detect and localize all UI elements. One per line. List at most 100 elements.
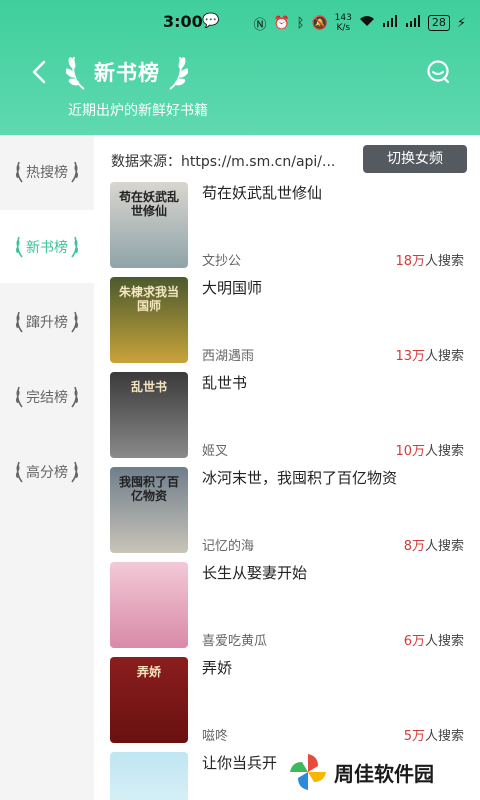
book-list-item[interactable]: 乱世书 乱世书姬叉 10万人搜索 xyxy=(110,372,472,460)
book-list-item[interactable]: 弄娇 弄娇嗞咚 5万人搜索 xyxy=(110,657,472,745)
book-cover[interactable]: 朱棣求我当国师 xyxy=(110,277,188,363)
search-count-number: 10万 xyxy=(395,444,425,459)
status-bar: 3:00 💬 Ⓝ ⏰ ᛒ 🔕 143 K/s 28 ⚡ xyxy=(0,10,480,36)
search-icon xyxy=(427,60,450,84)
signal-icon-2 xyxy=(405,15,421,31)
status-time: 3:00 xyxy=(163,12,203,31)
laurel-left-icon xyxy=(16,386,23,407)
book-list-item[interactable]: 朱棣求我当国师 大明国师西湖遇雨 13万人搜索 xyxy=(110,277,472,365)
sidebar-item-hot[interactable]: 热搜榜 xyxy=(0,135,94,208)
search-count-number: 13万 xyxy=(395,349,425,364)
book-author: 嗞咚 xyxy=(202,729,229,744)
search-count-number: 8万 xyxy=(403,539,425,554)
laurel-right-icon xyxy=(169,56,188,90)
search-count-number: 5万 xyxy=(403,729,425,744)
search-count: 18万人搜索 xyxy=(395,250,464,269)
sidebar-item-label: 热搜榜 xyxy=(26,164,68,181)
watermark-text: 周佳软件园 xyxy=(334,761,434,786)
search-count-number: 18万 xyxy=(395,254,425,269)
search-count-number: 6万 xyxy=(403,634,425,649)
book-list-item[interactable]: 我囤积了百亿物资 冰河末世，我囤积了百亿物资记忆的海 8万人搜索 xyxy=(110,467,472,555)
wifi-icon xyxy=(359,15,375,31)
mute-icon: 🔕 xyxy=(311,15,328,31)
book-cover-text: 弄娇 xyxy=(136,665,161,679)
book-title[interactable]: 长生从娶妻开始 xyxy=(202,562,307,583)
pinwheel-logo-icon xyxy=(290,754,326,790)
nfc-icon: Ⓝ xyxy=(253,17,267,33)
book-cover-text: 朱棣求我当国师 xyxy=(118,285,179,313)
search-count: 6万人搜索 xyxy=(404,630,464,649)
book-author: 记忆的海 xyxy=(202,539,255,554)
book-title[interactable]: 大明国师 xyxy=(202,277,262,298)
sidebar-item-rising[interactable]: 蹿升榜 xyxy=(0,285,94,358)
book-cover-text: 乱世书 xyxy=(130,380,167,394)
book-cover-text: 苟在妖武乱世修仙 xyxy=(118,190,179,218)
page-subtitle: 近期出炉的新鲜好书籍 xyxy=(68,103,208,119)
laurel-left-icon xyxy=(16,461,23,482)
book-title[interactable]: 乱世书 xyxy=(202,372,247,393)
app-header: 3:00 💬 Ⓝ ⏰ ᛒ 🔕 143 K/s 28 ⚡ 新书榜 近期出炉的新鲜好… xyxy=(0,0,480,135)
laurel-right-icon xyxy=(71,311,78,332)
search-count-suffix: 人搜索 xyxy=(424,539,464,554)
book-cover[interactable] xyxy=(110,562,188,648)
sidebar-item-completed[interactable]: 完结榜 xyxy=(0,360,94,433)
book-list-item[interactable]: 长生从娶妻开始喜爱吃黄瓜 6万人搜索 xyxy=(110,562,472,650)
battery-indicator: 28 xyxy=(427,15,450,31)
book-title[interactable]: 冰河末世，我囤积了百亿物资 xyxy=(202,467,397,488)
sidebar-item-label: 高分榜 xyxy=(26,464,68,481)
book-cover[interactable]: 我囤积了百亿物资 xyxy=(110,467,188,553)
alarm-icon: ⏰ xyxy=(273,15,290,31)
book-title[interactable]: 苟在妖武乱世修仙 xyxy=(202,182,322,203)
book-author: 西湖遇雨 xyxy=(202,349,255,364)
book-cover-text: 我囤积了百亿物资 xyxy=(118,475,179,503)
watermark: 周佳软件园 xyxy=(288,752,434,792)
bluetooth-icon: ᛒ xyxy=(296,15,305,31)
search-count: 13万人搜索 xyxy=(395,345,464,364)
search-count: 5万人搜索 xyxy=(404,725,464,744)
search-count-suffix: 人搜索 xyxy=(424,729,464,744)
book-cover[interactable]: 苟在妖武乱世修仙 xyxy=(110,182,188,268)
laurel-right-icon xyxy=(71,461,78,482)
book-cover[interactable]: 弄娇 xyxy=(110,657,188,743)
book-list-panel: 数据来源：https://m.sm.cn/api/... 切换女频 苟在妖武乱世… xyxy=(94,135,480,800)
book-cover[interactable]: 乱世书 xyxy=(110,372,188,458)
charging-icon: ⚡ xyxy=(456,15,466,31)
sidebar-item-top-rated[interactable]: 高分榜 xyxy=(0,435,94,508)
laurel-left-icon xyxy=(16,236,23,257)
page-title: 新书榜 xyxy=(94,61,160,85)
search-count: 10万人搜索 xyxy=(395,440,464,459)
search-count: 8万人搜索 xyxy=(404,535,464,554)
book-author: 文抄公 xyxy=(202,254,242,269)
laurel-left-icon xyxy=(66,56,85,90)
book-cover[interactable] xyxy=(110,752,188,800)
laurel-right-icon xyxy=(71,236,78,257)
laurel-left-icon xyxy=(16,161,23,182)
search-count-suffix: 人搜索 xyxy=(424,349,464,364)
search-count-suffix: 人搜索 xyxy=(424,254,464,269)
book-author: 姬叉 xyxy=(202,444,229,459)
book-author: 喜爱吃黄瓜 xyxy=(202,634,268,649)
sidebar-item-label: 新书榜 xyxy=(26,239,68,256)
page-title-wrap: 新书榜 xyxy=(66,52,188,92)
book-title[interactable]: 弄娇 xyxy=(202,657,232,678)
switch-female-button[interactable]: 切换女频 xyxy=(363,145,467,173)
status-icons: Ⓝ ⏰ ᛒ 🔕 143 K/s 28 ⚡ xyxy=(253,13,466,33)
sidebar-item-label: 完结榜 xyxy=(26,389,68,406)
ranking-sidebar: 热搜榜 新书榜 蹿升榜 完结榜 高分榜 xyxy=(0,135,94,800)
wechat-icon: 💬 xyxy=(202,13,220,29)
sidebar-item-new[interactable]: 新书榜 xyxy=(0,210,94,283)
laurel-right-icon xyxy=(71,161,78,182)
network-speed: 143 K/s xyxy=(334,13,352,33)
search-count-suffix: 人搜索 xyxy=(424,634,464,649)
search-button[interactable] xyxy=(424,58,452,86)
signal-icon xyxy=(382,15,398,31)
sidebar-item-label: 蹿升榜 xyxy=(26,314,68,331)
book-title[interactable]: 让你当兵开 xyxy=(202,752,277,773)
search-count-suffix: 人搜索 xyxy=(424,444,464,459)
laurel-right-icon xyxy=(71,386,78,407)
book-list-item[interactable]: 苟在妖武乱世修仙 苟在妖武乱世修仙文抄公 18万人搜索 xyxy=(110,182,472,270)
laurel-left-icon xyxy=(16,311,23,332)
data-source-text: 数据来源：https://m.sm.cn/api/... xyxy=(111,154,336,170)
back-button[interactable] xyxy=(26,58,54,86)
chevron-left-icon xyxy=(32,60,46,84)
